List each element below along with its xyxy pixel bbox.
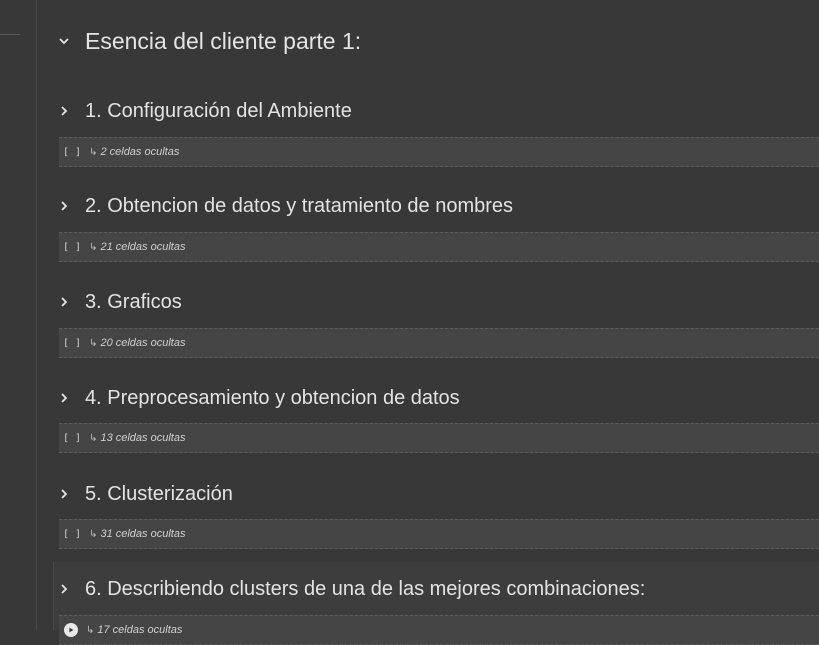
hidden-cells-bar-2[interactable]: [ ] ↳ 21 celdas ocultas	[59, 232, 819, 262]
section-title: 2. Obtencion de datos y tratamiento de n…	[85, 194, 514, 217]
hidden-cells-count: 17 celdas ocultas	[97, 624, 183, 636]
chevron-right-icon[interactable]	[57, 487, 71, 501]
cell-bracket: [ ]	[63, 432, 82, 444]
hidden-cells-bar-4[interactable]: [ ] ↳ 13 celdas ocultas	[59, 423, 819, 453]
section-heading-1[interactable]: 1. Configuración del Ambiente	[37, 94, 352, 128]
section-title: 6. Describiendo clusters de una de las m…	[85, 577, 646, 600]
hidden-cells-arrow-icon: ↳	[89, 432, 98, 444]
section-title: 5. Clusterización	[85, 482, 233, 505]
cell-bracket: [ ]	[63, 241, 82, 253]
hidden-cells-arrow-icon: ↳	[89, 241, 98, 253]
main-heading-title: Esencia del cliente parte 1:	[85, 27, 362, 54]
left-rail	[0, 0, 37, 630]
section-heading-4[interactable]: 4. Preprocesamiento y obtencion de datos	[37, 381, 460, 415]
section-heading-3[interactable]: 3. Graficos	[37, 285, 182, 319]
hidden-cells-bar-3[interactable]: [ ] ↳ 20 celdas ocultas	[59, 328, 819, 358]
section-heading-5[interactable]: 5. Clusterización	[37, 477, 233, 511]
hidden-cells-count: 31 celdas ocultas	[100, 528, 186, 540]
cell-bracket: [ ]	[63, 337, 82, 349]
rail-divider	[0, 34, 20, 35]
hidden-cells-count: 21 celdas ocultas	[100, 241, 186, 253]
hidden-cells-arrow-icon: ↳	[86, 624, 95, 636]
section-heading-main[interactable]: Esencia del cliente parte 1:	[37, 24, 361, 58]
hidden-cells-arrow-icon: ↳	[89, 528, 98, 540]
section-title: 1. Configuración del Ambiente	[85, 99, 352, 122]
chevron-right-icon[interactable]	[57, 295, 71, 309]
play-icon[interactable]	[64, 623, 78, 637]
chevron-right-icon[interactable]	[57, 391, 71, 405]
hidden-cells-count: 13 celdas ocultas	[100, 432, 186, 444]
cell-bracket: [ ]	[63, 146, 82, 158]
hidden-cells-bar-5[interactable]: [ ] ↳ 31 celdas ocultas	[59, 519, 819, 549]
cell-bracket: [ ]	[63, 528, 82, 540]
section-title: 4. Preprocesamiento y obtencion de datos	[85, 386, 460, 409]
section-heading-6[interactable]: 6. Describiendo clusters de una de las m…	[37, 572, 645, 606]
hidden-cells-bar-1[interactable]: [ ] ↳ 2 celdas ocultas	[59, 137, 819, 167]
chevron-right-icon[interactable]	[57, 582, 71, 596]
hidden-cells-bar-6[interactable]: ↳ 17 celdas ocultas	[59, 615, 819, 645]
chevron-right-icon[interactable]	[57, 104, 71, 118]
chevron-right-icon[interactable]	[57, 199, 71, 213]
hidden-cells-arrow-icon: ↳	[89, 146, 98, 158]
hidden-cells-count: 2 celdas ocultas	[100, 146, 180, 158]
hidden-cells-count: 20 celdas ocultas	[100, 337, 186, 349]
hidden-cells-arrow-icon: ↳	[89, 337, 98, 349]
chevron-down-icon[interactable]	[57, 34, 71, 48]
notebook-area: Esencia del cliente parte 1: 1. Configur…	[37, 0, 819, 645]
section-title: 3. Graficos	[85, 290, 182, 313]
section-heading-2[interactable]: 2. Obtencion de datos y tratamiento de n…	[37, 189, 513, 223]
